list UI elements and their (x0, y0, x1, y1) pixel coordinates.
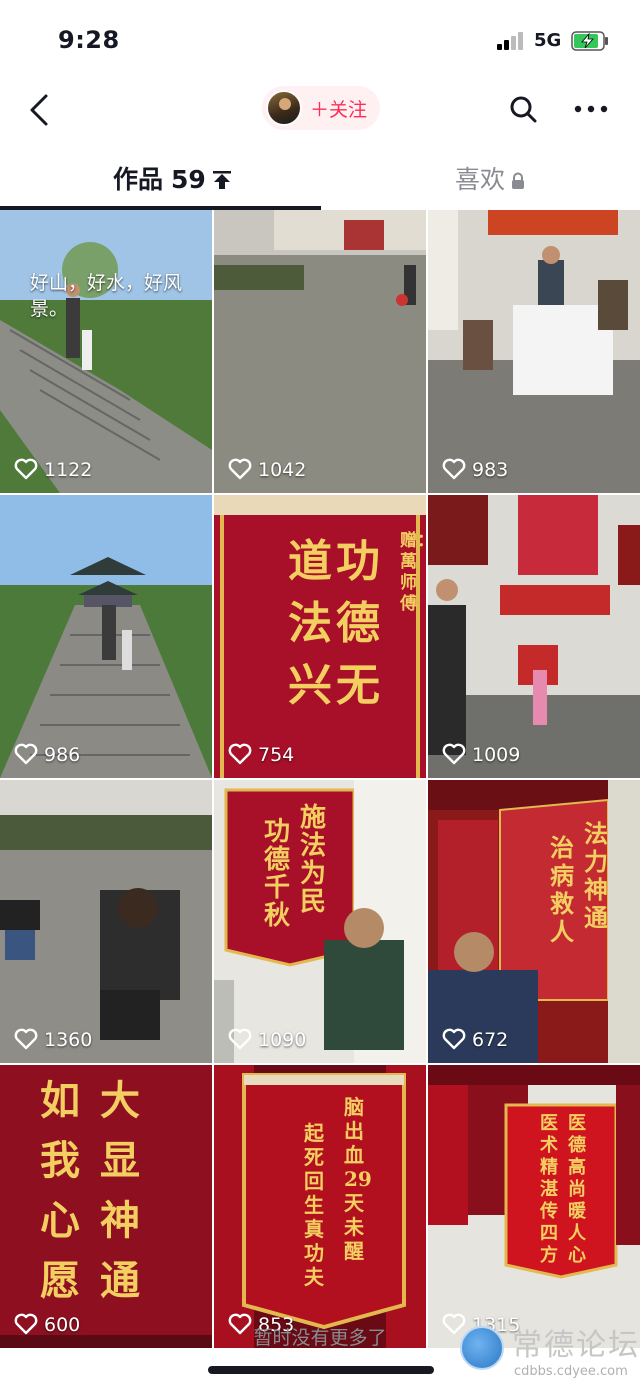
video-thumbnail (428, 210, 640, 493)
banner-char: 法 (288, 598, 332, 649)
heart-icon (14, 1028, 38, 1050)
video-card[interactable]: 1042 (214, 210, 426, 493)
like-count-value: 983 (472, 459, 509, 481)
like-count-value: 672 (472, 1029, 509, 1051)
watermark-title: 常德论坛 (512, 1328, 640, 1363)
follow-pill[interactable]: ＋关注 (262, 86, 380, 130)
watermark-url: cdbbs.cdyee.com (514, 1364, 628, 1379)
like-count: 1122 (14, 458, 92, 481)
heart-icon (442, 743, 466, 765)
banner-line: 起死回生真功夫 (304, 1121, 324, 1289)
video-card[interactable]: 983 (428, 210, 640, 493)
tab-works-label: 作品 (113, 165, 164, 194)
like-count: 986 (14, 743, 80, 766)
banner-line: 如我心愿 (40, 1077, 80, 1304)
like-count: 672 (442, 1028, 508, 1051)
banner-line: 大显神通 (100, 1077, 140, 1304)
like-count-value: 1122 (44, 459, 93, 481)
video-caption: 好山，好水，好风景。 (30, 272, 183, 320)
banner-char: 道 (288, 536, 332, 587)
video-thumbnail (0, 495, 212, 778)
video-card[interactable]: 好山，好水，好风景。 1122 (0, 210, 212, 493)
watermark-logo-icon (460, 1326, 504, 1370)
like-count-value: 1090 (258, 1029, 307, 1051)
banner-line: 治病救人 (550, 833, 574, 946)
video-card[interactable]: 法力神通 治病救人 672 (428, 780, 640, 1063)
like-count-value: 1042 (258, 459, 307, 481)
video-card[interactable]: 大显神通 如我心愿 600 (0, 1065, 212, 1348)
video-thumbnail (214, 210, 426, 493)
heart-icon (228, 743, 252, 765)
banner-line: 法力神通 (584, 819, 608, 932)
heart-icon (228, 458, 252, 480)
video-card[interactable]: 1009 (428, 495, 640, 778)
video-card[interactable]: 功 道 德 法 无 兴 赠：萬师傅 754 (214, 495, 426, 778)
battery-charging-icon (571, 31, 608, 51)
like-count: 1009 (442, 743, 520, 766)
banner-char: 功 (336, 536, 380, 587)
like-count-value: 1009 (472, 744, 521, 766)
tab-works-count: 59 (171, 165, 206, 194)
tab-likes-label: 喜欢 (455, 165, 506, 194)
video-card[interactable]: 脑出血29天未醒 起死回生真功夫 853 (214, 1065, 426, 1348)
banner-line: 医德高尚暖人心 (568, 1113, 586, 1266)
search-icon[interactable] (508, 94, 538, 124)
back-icon[interactable] (26, 90, 56, 130)
tab-works[interactable]: 作品 59 (113, 160, 232, 196)
video-card[interactable]: 施法为民 功德千秋 1090 (214, 780, 426, 1063)
heart-icon (14, 743, 38, 765)
like-count: 1090 (228, 1028, 306, 1051)
heart-icon (228, 1028, 252, 1050)
like-count: 1360 (14, 1028, 92, 1051)
status-bar: 9:28 5G (0, 0, 640, 80)
like-count-value: 754 (258, 744, 295, 766)
like-count: 983 (442, 458, 508, 481)
like-count: 1042 (228, 458, 306, 481)
banner-line: 医术精湛传四方 (540, 1113, 558, 1266)
video-thumbnail (0, 210, 212, 493)
like-count-value: 986 (44, 744, 81, 766)
network-type: 5G (534, 30, 562, 51)
home-indicator[interactable] (208, 1366, 434, 1374)
like-count: 754 (228, 743, 294, 766)
more-icon[interactable] (572, 94, 610, 124)
heart-icon (14, 458, 38, 480)
status-time: 9:28 (58, 26, 120, 54)
heart-icon (442, 458, 466, 480)
tab-likes[interactable]: 喜欢 (455, 160, 525, 196)
banner-line: 功德千秋 (264, 817, 291, 931)
banner-line: 脑出血29天未醒 (344, 1095, 372, 1263)
follow-button[interactable]: ＋关注 (310, 95, 367, 122)
banner-char: 兴 (288, 660, 332, 711)
video-card[interactable]: 医德高尚暖人心 医术精湛传四方 1315 (428, 1065, 640, 1348)
watermark: 常德论坛 cdbbs.cdyee.com (456, 1318, 640, 1385)
video-thumbnail (0, 780, 212, 1063)
video-thumbnail (428, 1065, 640, 1348)
banner-char: 德 (336, 598, 380, 649)
banner-char: 无 (336, 660, 380, 711)
profile-tabs: 作品 59 喜欢 (0, 150, 640, 210)
signal-icon (497, 32, 525, 50)
video-card[interactable]: 1360 (0, 780, 212, 1063)
video-card[interactable]: 986 (0, 495, 212, 778)
like-count-value: 1360 (44, 1029, 93, 1051)
pin-top-icon (212, 171, 231, 189)
banner-donor: 赠：萬师傅 (400, 531, 426, 614)
avatar[interactable] (266, 90, 302, 126)
heart-icon (442, 1028, 466, 1050)
top-nav: ＋关注 (0, 80, 640, 140)
video-thumbnail (428, 495, 640, 778)
banner-line: 施法为民 (300, 803, 327, 917)
lock-icon (512, 172, 525, 189)
